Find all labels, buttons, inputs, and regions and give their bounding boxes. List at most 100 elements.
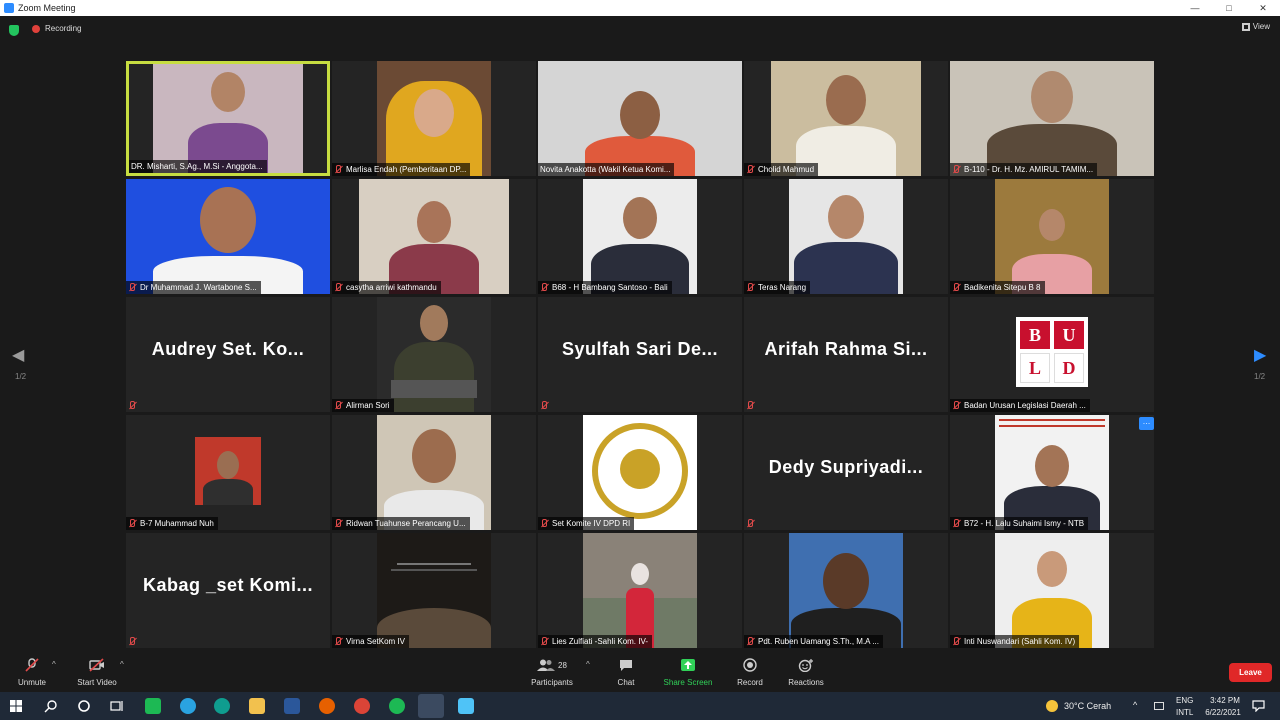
- file-explorer-icon[interactable]: [249, 698, 265, 714]
- input-language-bottom[interactable]: INTL: [1176, 708, 1193, 717]
- input-language-top[interactable]: ENG: [1176, 696, 1193, 705]
- security-shield-icon[interactable]: [9, 25, 19, 36]
- participants-label: Participants: [531, 678, 573, 687]
- participant-name: Dr Muhammad J. Wartabone S...: [140, 283, 257, 292]
- participant-tile[interactable]: Ridwan Tuahunse Perancang U...: [332, 415, 536, 530]
- participant-tile[interactable]: Lies Zulfiati -Sahli Kom. IV-: [538, 533, 742, 648]
- participant-name: Ridwan Tuahunse Perancang U...: [346, 519, 466, 528]
- participant-tile[interactable]: B U L D Badan Urusan Legislasi Daerah ..…: [950, 297, 1154, 412]
- pinned-app-icon[interactable]: [458, 698, 474, 714]
- participant-tile[interactable]: Audrey Set. Ko...: [126, 297, 330, 412]
- participant-tile[interactable]: B68 - H Bambang Santoso - Bali: [538, 179, 742, 294]
- participant-name-bar: Badikenita Sitepu B 8: [950, 281, 1045, 294]
- participants-count: 28: [558, 660, 567, 670]
- participants-options-caret-icon[interactable]: ^: [586, 660, 590, 669]
- clock-date[interactable]: 6/22/2021: [1200, 708, 1246, 717]
- participant-tile[interactable]: Pdt. Ruben Uamang S.Th., M.A ...: [744, 533, 948, 648]
- participant-tile[interactable]: Inti Nuswandari (Sahli Kom. IV): [950, 533, 1154, 648]
- recording-indicator[interactable]: Recording: [32, 24, 81, 33]
- unmute-button[interactable]: Unmute: [14, 658, 50, 687]
- participant-tile[interactable]: … B72 - H. Lalu Suhaimi Ismy - NTB: [950, 415, 1154, 530]
- participant-name-bar: [126, 399, 144, 412]
- participant-name: Badan Urusan Legislasi Daerah ...: [964, 401, 1086, 410]
- audio-options-caret-icon[interactable]: ^: [52, 660, 56, 669]
- windows-start-icon[interactable]: [10, 700, 22, 712]
- leave-button[interactable]: Leave: [1229, 663, 1272, 682]
- weather-sun-icon[interactable]: [1046, 700, 1058, 712]
- participant-tile[interactable]: Dr Muhammad J. Wartabone S...: [126, 179, 330, 294]
- participant-name-bar: DR. Misharti, S.Ag., M.Si - Anggota...: [129, 160, 267, 173]
- participant-name: Novita Anakotta (Wakil Ketua Komi...: [540, 165, 671, 174]
- participant-tile[interactable]: B-110 - Dr. H. Mz. AMIRUL TAMIM...: [950, 61, 1154, 176]
- participant-tile[interactable]: Alirman Sori: [332, 297, 536, 412]
- muted-mic-icon: [334, 165, 342, 174]
- network-icon[interactable]: [1154, 702, 1164, 710]
- next-page-arrow-icon[interactable]: ▶: [1254, 345, 1266, 365]
- telegram-icon[interactable]: [180, 698, 196, 714]
- participant-tile[interactable]: Virna SetKom IV: [332, 533, 536, 648]
- participant-name: B-110 - Dr. H. Mz. AMIRUL TAMIM...: [964, 165, 1094, 174]
- video-options-caret-icon[interactable]: ^: [120, 660, 124, 669]
- participant-tile[interactable]: Teras Narang: [744, 179, 948, 294]
- muted-mic-icon: [540, 637, 548, 646]
- record-label: Record: [737, 678, 763, 687]
- start-video-label: Start Video: [77, 678, 117, 687]
- participant-name-bar: B-110 - Dr. H. Mz. AMIRUL TAMIM...: [950, 163, 1098, 176]
- search-icon[interactable]: [44, 699, 58, 713]
- tray-chevron-icon[interactable]: ^: [1133, 700, 1137, 710]
- task-view-icon[interactable]: [110, 699, 124, 713]
- clock-time[interactable]: 3:42 PM: [1206, 696, 1244, 705]
- participant-name: Cholid Mahmud: [758, 165, 815, 174]
- recording-label: Recording: [45, 24, 82, 33]
- participant-name-bar: Marlisa Endah (Pemberitaan DP...: [332, 163, 471, 176]
- firefox-icon[interactable]: [319, 698, 335, 714]
- participant-tile[interactable]: Kabag _set Komi...: [126, 533, 330, 648]
- notes-app-icon[interactable]: [145, 698, 161, 714]
- participant-name: casytha arriwi kathmandu: [346, 283, 437, 292]
- participant-name-bar: [538, 399, 556, 412]
- zoom-taskbar-icon[interactable]: [418, 694, 444, 718]
- participant-tile[interactable]: Cholid Mahmud: [744, 61, 948, 176]
- reactions-button[interactable]: Reactions: [784, 658, 828, 687]
- participant-tile[interactable]: Marlisa Endah (Pemberitaan DP...: [332, 61, 536, 176]
- participant-name: Marlisa Endah (Pemberitaan DP...: [346, 165, 467, 174]
- close-button[interactable]: ✕: [1246, 0, 1280, 16]
- participant-name-bar: casytha arriwi kathmandu: [332, 281, 441, 294]
- participant-tile[interactable]: Dedy Supriyadi...: [744, 415, 948, 530]
- muted-mic-icon: [952, 401, 960, 410]
- minimize-button[interactable]: —: [1178, 0, 1212, 16]
- participant-tile[interactable]: DR. Misharti, S.Ag., M.Si - Anggota...: [126, 61, 330, 176]
- word-icon[interactable]: [284, 698, 300, 714]
- participant-tile[interactable]: Syulfah Sari De...: [538, 297, 742, 412]
- maximize-button[interactable]: □: [1212, 0, 1246, 16]
- chat-button[interactable]: Chat: [608, 658, 644, 687]
- more-options-icon[interactable]: …: [1139, 417, 1154, 430]
- muted-mic-icon: [128, 637, 136, 646]
- view-button[interactable]: View: [1241, 22, 1270, 31]
- participant-tile[interactable]: casytha arriwi kathmandu: [332, 179, 536, 294]
- participant-name-bar: Pdt. Ruben Uamang S.Th., M.A ...: [744, 635, 883, 648]
- participant-display-name: Arifah Rahma Si...: [764, 339, 928, 359]
- participant-tile[interactable]: Set Komite IV DPD RI: [538, 415, 742, 530]
- previous-page-arrow-icon[interactable]: ◀: [12, 345, 24, 365]
- muted-mic-icon: [952, 283, 960, 292]
- share-screen-button[interactable]: Share Screen: [660, 658, 716, 687]
- chat-label: Chat: [617, 678, 635, 687]
- participant-tile[interactable]: B-7 Muhammad Nuh: [126, 415, 330, 530]
- participant-tile[interactable]: Badikenita Sitepu B 8: [950, 179, 1154, 294]
- participant-tile[interactable]: Arifah Rahma Si...: [744, 297, 948, 412]
- chrome-icon[interactable]: [354, 698, 370, 714]
- notification-center-icon[interactable]: [1252, 700, 1265, 712]
- participant-video: [126, 179, 330, 294]
- participant-name: B72 - H. Lalu Suhaimi Ismy - NTB: [964, 519, 1085, 528]
- muted-mic-icon: [128, 283, 136, 292]
- record-button[interactable]: Record: [732, 658, 768, 687]
- participants-button[interactable]: 28 Participants: [527, 658, 577, 687]
- participant-tile[interactable]: Novita Anakotta (Wakil Ketua Komi...: [538, 61, 742, 176]
- participant-video: [950, 61, 1154, 176]
- edge-browser-icon[interactable]: [214, 698, 230, 714]
- spotify-icon[interactable]: [389, 698, 405, 714]
- start-video-button[interactable]: Start Video: [72, 658, 122, 687]
- cortana-icon[interactable]: [77, 699, 91, 713]
- weather-text[interactable]: 30°C Cerah: [1064, 701, 1111, 711]
